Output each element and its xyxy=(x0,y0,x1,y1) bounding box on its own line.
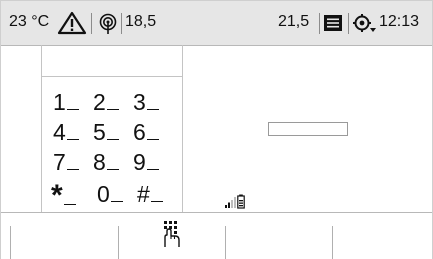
key-9[interactable]: 9 xyxy=(133,149,159,175)
status-bar: 23 °C 18,5 21,5 12:13 xyxy=(1,1,432,46)
phone-keypad-screen: 23 °C 18,5 21,5 12:13 1 2 3 4 5 6 7 8 9 … xyxy=(0,0,433,259)
key-4[interactable]: 4 xyxy=(53,119,79,145)
outside-temperature: 23 °C xyxy=(9,13,50,30)
message-icon[interactable] xyxy=(323,14,345,32)
right-zone-temperature: 21,5 xyxy=(278,13,310,30)
key-star[interactable]: * xyxy=(51,181,76,211)
radio-broadcast-icon[interactable] xyxy=(97,13,119,35)
signal-strength-icon xyxy=(225,197,236,208)
keypad-button[interactable] xyxy=(119,213,225,259)
key-5[interactable]: 5 xyxy=(93,119,119,145)
left-zone-temperature: 18,5 xyxy=(125,13,157,30)
clock: 12:13 xyxy=(379,13,420,30)
key-3[interactable]: 3 xyxy=(133,89,159,115)
key-0[interactable]: 0 xyxy=(97,181,123,207)
status-separator xyxy=(348,13,349,34)
toolbar-slot-3[interactable] xyxy=(226,213,332,259)
key-7[interactable]: 7 xyxy=(53,149,79,175)
status-separator xyxy=(319,13,320,34)
key-8[interactable]: 8 xyxy=(93,149,119,175)
key-1[interactable]: 1 xyxy=(53,89,79,115)
keypad-divider xyxy=(41,76,183,77)
dialed-number-field[interactable] xyxy=(268,122,348,136)
status-separator xyxy=(91,13,92,34)
key-6[interactable]: 6 xyxy=(133,119,159,145)
status-separator xyxy=(121,13,122,34)
battery-icon xyxy=(237,194,245,209)
keypad-touch-icon xyxy=(164,221,180,247)
settings-icon[interactable] xyxy=(352,13,378,35)
key-hash[interactable]: # xyxy=(137,181,163,207)
key-2[interactable]: 2 xyxy=(93,89,119,115)
bottom-toolbar xyxy=(1,212,432,259)
warning-icon[interactable] xyxy=(57,11,87,35)
toolbar-slot-4[interactable] xyxy=(333,213,432,259)
toolbar-slot-1[interactable] xyxy=(11,213,118,259)
